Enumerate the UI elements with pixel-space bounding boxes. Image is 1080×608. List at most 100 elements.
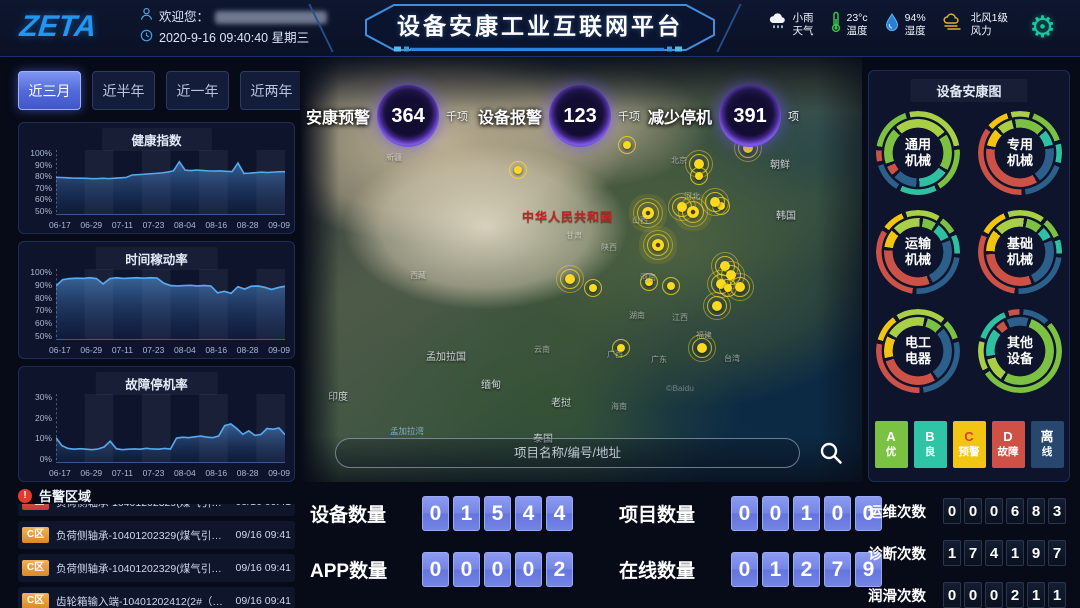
time-button-近一年[interactable]: 近一年	[166, 71, 229, 110]
x-tick: 08-04	[174, 345, 196, 355]
y-tick: 60%	[35, 318, 52, 328]
chart-title: 时间稼动率	[95, 247, 218, 270]
gauge-label: 运输机械	[897, 231, 939, 273]
map-label-云南: 云南	[534, 344, 550, 355]
gauge-label-line2: 设备	[1007, 351, 1033, 367]
gauge-label-line1: 通用	[905, 137, 931, 153]
map-marker[interactable]	[617, 344, 625, 352]
weather-value: 23°c	[847, 12, 868, 25]
x-tick: 06-17	[49, 220, 71, 230]
search-input[interactable]	[335, 438, 800, 468]
map-marker[interactable]	[712, 301, 722, 311]
title-frame: 设备安康工业互联网平台	[364, 3, 716, 53]
y-tick: 70%	[35, 305, 52, 315]
alert-icon: !	[18, 489, 32, 503]
search-icon[interactable]	[818, 440, 844, 466]
counter-润滑次数: 润滑次数000211	[868, 582, 1066, 608]
stat-label: 减少停机	[648, 104, 712, 128]
counter-label: 诊断次数	[868, 543, 934, 564]
digit-group: 01279	[731, 552, 882, 587]
gauge-label: 通用机械	[897, 132, 939, 174]
x-tick: 08-04	[174, 468, 196, 478]
digit-box: 3	[1048, 498, 1066, 524]
map-marker[interactable]	[645, 278, 653, 286]
counter-设备数量: 设备数量01544	[310, 496, 573, 531]
gauge-label-line1: 其他	[1007, 335, 1033, 351]
y-tick: 0%	[40, 454, 52, 464]
stat-label: 安康预警	[306, 104, 370, 128]
chart-xaxis: 06-1706-2907-1107-2308-0408-1608-2809-09	[49, 345, 290, 355]
map-marker[interactable]	[642, 207, 654, 219]
page-title: 设备安康工业互联网平台	[364, 3, 716, 53]
alert-zone-badge: D区	[22, 504, 49, 510]
map-marker[interactable]	[695, 172, 703, 180]
chart-title: 故障停机率	[95, 372, 218, 395]
gear-icon[interactable]: ⚙	[1029, 8, 1056, 48]
time-button-近三月[interactable]: 近三月	[18, 71, 81, 110]
stat-label: 设备报警	[478, 104, 542, 128]
chart-panel-downtime: 故障停机率 30%20%10%0% 06-1706-2907-1107-2308…	[18, 366, 295, 482]
digit-box: 0	[422, 552, 449, 587]
right-counters: 运维次数000683诊断次数174197润滑次数000211	[868, 482, 1074, 608]
alert-row-2[interactable]: C区负荷侧轴承-10401202329(煤气引风机电...09/16 09:41	[18, 554, 295, 582]
legend-故障: D故障	[992, 421, 1025, 468]
user-block: 欢迎您： 2020-9-16 09:40:40 星期三	[140, 7, 327, 49]
map-marker[interactable]	[565, 274, 575, 284]
x-tick: 08-28	[237, 220, 259, 230]
map-label-陕西: 陕西	[601, 242, 617, 253]
legend-text: 线	[1042, 446, 1053, 460]
chart-xaxis: 06-1706-2907-1107-2308-0408-1608-2809-09	[49, 468, 290, 478]
time-button-近半年[interactable]: 近半年	[92, 71, 155, 110]
map-marker[interactable]	[514, 166, 522, 174]
gauge-label-line2: 机械	[905, 153, 931, 169]
gauge-label-line1: 基础	[1007, 236, 1033, 252]
x-tick: 08-04	[174, 220, 196, 230]
chart-plot	[56, 269, 285, 340]
map-marker[interactable]	[697, 343, 707, 353]
digit-group: 00100	[731, 496, 882, 531]
map-marker[interactable]	[652, 239, 664, 251]
map-marker[interactable]	[687, 206, 699, 218]
map-marker[interactable]	[710, 197, 720, 207]
map-label-©Baidu: ©Baidu	[666, 383, 694, 393]
clock-icon	[140, 28, 153, 49]
weather-value: 94%	[905, 12, 926, 25]
counter-label: APP数量	[310, 556, 422, 583]
china-map[interactable]: 朝鲜韩国孟加拉国印度缅甸老挝泰国海南台湾孟加拉湾北京河北山西陕西甘肃河南湖南江西…	[300, 57, 862, 482]
legend-text: 故障	[998, 446, 1019, 460]
map-marker[interactable]	[667, 282, 675, 290]
digit-box: 6	[1006, 498, 1024, 524]
alert-row-0[interactable]: D区负荷侧轴承-10401202329(煤气引风机电...09/16 09:41	[18, 504, 295, 516]
alert-section-title: 告警区域	[39, 486, 91, 505]
alert-text: 负荷侧轴承-10401202329(煤气引风机电...	[56, 528, 229, 543]
map-label-印度: 印度	[328, 388, 348, 403]
map-label-缅甸: 缅甸	[481, 376, 501, 391]
digit-box: 4	[515, 496, 542, 531]
chart-yaxis: 100%90%80%70%60%50%	[23, 148, 52, 216]
digit-group: 000683	[943, 498, 1066, 524]
map-marker[interactable]	[735, 282, 745, 292]
digit-box: 7	[964, 540, 982, 566]
digit-box: 0	[731, 552, 758, 587]
counter-APP数量: APP数量00002	[310, 552, 573, 587]
weather-label: 风力	[971, 25, 1008, 38]
weather-label: 天气	[793, 25, 814, 38]
digit-box: 0	[824, 496, 851, 531]
digit-box: 0	[484, 552, 511, 587]
map-marker[interactable]	[589, 284, 597, 292]
legend-text: 优	[886, 446, 897, 460]
gauge-基础机械: 基础机械	[978, 210, 1062, 294]
weather-value: 北风1级	[971, 12, 1008, 25]
alert-row-3[interactable]: C区齿轮箱输入端-10401202412(2#（2V）...09/16 09:4…	[18, 587, 295, 608]
weather-label: 温度	[847, 25, 868, 38]
digit-box: 1	[793, 496, 820, 531]
header-divider-right	[716, 4, 741, 52]
x-tick: 07-23	[143, 468, 165, 478]
weather-text: 23°c温度	[847, 12, 868, 38]
legend-良: B良	[914, 421, 947, 468]
alert-row-1[interactable]: C区负荷侧轴承-10401202329(煤气引风机电...09/16 09:41	[18, 521, 295, 549]
time-button-近两年[interactable]: 近两年	[240, 71, 303, 110]
digit-box: 0	[453, 552, 480, 587]
map-label-韩国: 韩国	[776, 207, 796, 222]
y-tick: 20%	[35, 413, 52, 423]
